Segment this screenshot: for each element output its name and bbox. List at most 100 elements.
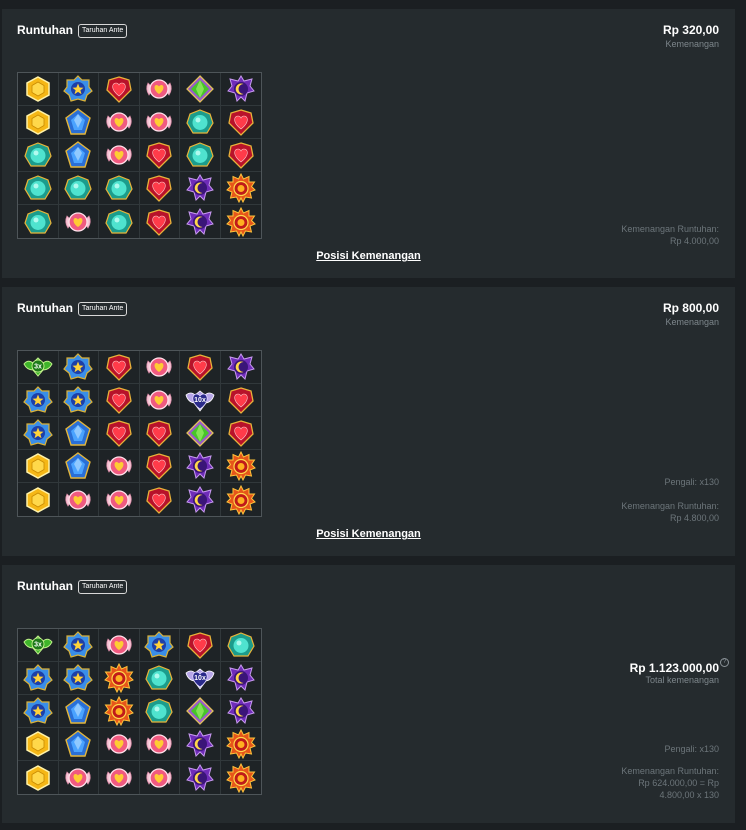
svg-text:10x: 10x [194, 397, 206, 404]
grid-cell [220, 629, 261, 662]
grid-cell [58, 728, 99, 761]
grid-cell [18, 662, 59, 695]
orange-sun-icon [103, 696, 134, 726]
win-amount: Rp 800,00 [662, 301, 719, 315]
grid-cell [220, 106, 261, 139]
grid-cell [99, 629, 140, 662]
grid-cell [99, 662, 140, 695]
question-circle-icon[interactable]: ? [720, 658, 729, 667]
teal-gem-icon [23, 173, 53, 203]
pink-heart-wing-icon [63, 207, 93, 237]
blue-pentagon-icon [63, 140, 93, 170]
pink-heart-wing-icon [144, 352, 174, 382]
purple-moon-icon [226, 696, 256, 726]
grid-cell [58, 417, 99, 450]
pink-heart-wing-icon [63, 763, 93, 793]
grid-cell [99, 384, 140, 417]
grid-cell [180, 106, 221, 139]
gold-hex-icon [23, 451, 53, 481]
grid-cell: 10x [180, 384, 221, 417]
grid-cell [99, 73, 140, 106]
grid-cell [18, 205, 59, 238]
grid-cell [180, 351, 221, 384]
grid-cell [99, 728, 140, 761]
grid-cell: 10x [180, 662, 221, 695]
grid-cell [221, 761, 262, 794]
blue-star-icon [63, 663, 94, 693]
orange-sun-icon [225, 173, 256, 203]
pink-heart-wing-icon [104, 140, 134, 170]
grid-cell [139, 417, 180, 450]
pink-heart-wing-icon [104, 729, 134, 759]
grid-cell [18, 172, 59, 205]
purple-moon-icon [185, 173, 215, 203]
blue-star-icon [63, 74, 94, 104]
red-heart-icon [144, 485, 174, 515]
green-diamond-icon [185, 696, 215, 726]
grid-cell [58, 73, 99, 106]
pink-heart-wing-icon [104, 630, 134, 660]
red-heart-icon [226, 107, 256, 137]
grid-cell [220, 662, 261, 695]
red-heart-icon [185, 630, 215, 660]
ante-bet-badge: Taruhan Ante [78, 580, 128, 594]
teal-gem-icon [104, 173, 134, 203]
purple-moon-icon [226, 74, 256, 104]
grid-cell [99, 695, 140, 728]
grid-cell [58, 106, 99, 139]
pink-heart-wing-icon [104, 763, 134, 793]
tumble-win-note: Kemenangan Runtuhan: Rp 624.000,00 = Rp … [621, 765, 719, 801]
red-heart-icon [104, 352, 134, 382]
grid-cell [139, 695, 180, 728]
orange-sun-icon [225, 484, 256, 515]
blue-pentagon-icon [63, 451, 93, 481]
grid-cell [220, 417, 261, 450]
teal-gem-icon [144, 696, 174, 726]
blue-star-icon [63, 630, 94, 660]
grid-cell [180, 205, 221, 238]
orange-sun-icon [225, 762, 256, 793]
winning-positions-link[interactable]: Posisi Kemenangan [2, 528, 735, 540]
grid-cell [139, 728, 180, 761]
grid-cell: 3x [18, 351, 59, 384]
grid-cell [18, 483, 59, 516]
blue-star-icon [22, 696, 53, 726]
gold-hex-icon [23, 107, 53, 137]
blue-pentagon-icon [63, 418, 93, 448]
pink-heart-wing-icon [104, 485, 134, 515]
orange-sun-icon [225, 451, 256, 481]
grid-cell [180, 417, 221, 450]
orange-sun-icon [225, 206, 256, 237]
grid-cell [139, 351, 180, 384]
teal-gem-icon [104, 207, 134, 237]
teal-gem-icon [23, 140, 53, 170]
purple-moon-icon [226, 663, 256, 693]
pink-heart-wing-icon [104, 107, 134, 137]
red-heart-icon [144, 418, 174, 448]
winning-positions-link[interactable]: Posisi Kemenangan [2, 250, 735, 262]
grid-cell [140, 761, 180, 794]
grid-cell [180, 139, 221, 172]
orange-sun-icon [103, 663, 134, 693]
purple-moon-icon [185, 485, 215, 515]
grid-cell [220, 728, 261, 761]
grid-cell [180, 728, 221, 761]
svg-text:3x: 3x [34, 364, 42, 371]
blue-star-icon [22, 385, 53, 415]
purple-moon-icon [185, 207, 215, 237]
green-diamond-icon [185, 74, 215, 104]
grid-cell [58, 351, 99, 384]
grid-cell [220, 695, 261, 728]
grid-cell [18, 73, 59, 106]
symbol-grid [17, 72, 262, 239]
win-amount: Rp 320,00 [662, 23, 719, 37]
purple-multiplier-icon: 10x [185, 663, 215, 693]
purple-moon-icon [226, 352, 256, 382]
grid-cell [139, 384, 180, 417]
pink-heart-wing-icon [144, 763, 174, 793]
purple-moon-icon [185, 763, 215, 793]
grid-cell [99, 351, 140, 384]
tumble-win-label: Kemenangan Runtuhan: [621, 501, 719, 511]
grid-cell [220, 450, 261, 483]
round-panel-1: Runtuhan Taruhan Ante Rp 320,00 Kemenang… [2, 9, 735, 278]
